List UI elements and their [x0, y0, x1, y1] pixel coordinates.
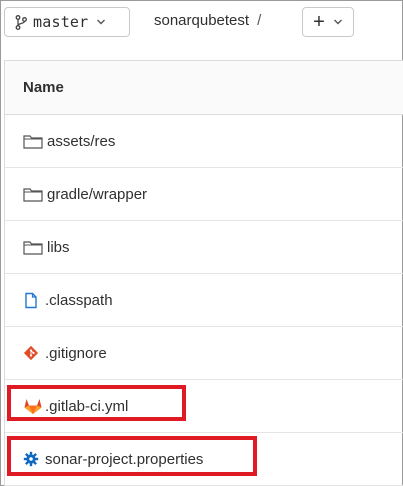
table-row[interactable]: .gitignore	[5, 327, 403, 380]
folder-icon	[23, 238, 47, 256]
table-row[interactable]: sonar-project.properties	[5, 433, 403, 486]
table-row[interactable]: gradle/wrapper	[5, 168, 403, 221]
branch-selector-button[interactable]: master	[4, 7, 130, 37]
file-name-link[interactable]: gradle/wrapper	[47, 186, 147, 203]
git-icon	[23, 344, 45, 362]
column-header-name: Name	[23, 79, 64, 96]
gear-icon	[23, 450, 45, 468]
branch-name: master	[33, 13, 89, 31]
breadcrumb-separator: /	[257, 12, 262, 29]
table-row[interactable]: .classpath	[5, 274, 403, 327]
chevron-down-icon	[333, 13, 343, 31]
folder-icon	[23, 185, 47, 203]
file-name-link[interactable]: assets/res	[47, 133, 115, 150]
table-row[interactable]: assets/res	[5, 115, 403, 168]
folder-icon	[23, 132, 47, 150]
branch-icon	[15, 14, 29, 30]
file-name-link[interactable]: libs	[47, 239, 70, 256]
gitlab-icon	[23, 397, 45, 415]
table-row[interactable]: libs	[5, 221, 403, 274]
file-name-link[interactable]: sonar-project.properties	[45, 451, 203, 468]
plus-icon: +	[313, 11, 325, 33]
breadcrumb: sonarqubetest /	[154, 12, 261, 29]
table-header: Name	[5, 61, 403, 115]
table-row[interactable]: .gitlab-ci.yml	[5, 380, 403, 433]
add-to-tree-button[interactable]: +	[302, 7, 354, 37]
file-name-link[interactable]: .gitignore	[45, 345, 107, 362]
chevron-down-icon	[96, 17, 106, 27]
file-icon	[23, 291, 45, 309]
file-name-link[interactable]: .gitlab-ci.yml	[45, 398, 128, 415]
breadcrumb-project-link[interactable]: sonarqubetest	[154, 12, 249, 29]
repository-toolbar: master sonarqubetest / +	[0, 0, 403, 48]
file-name-link[interactable]: .classpath	[45, 292, 113, 309]
file-tree-table: Name assets/res gradle/wrapper libs .cla…	[4, 60, 403, 486]
